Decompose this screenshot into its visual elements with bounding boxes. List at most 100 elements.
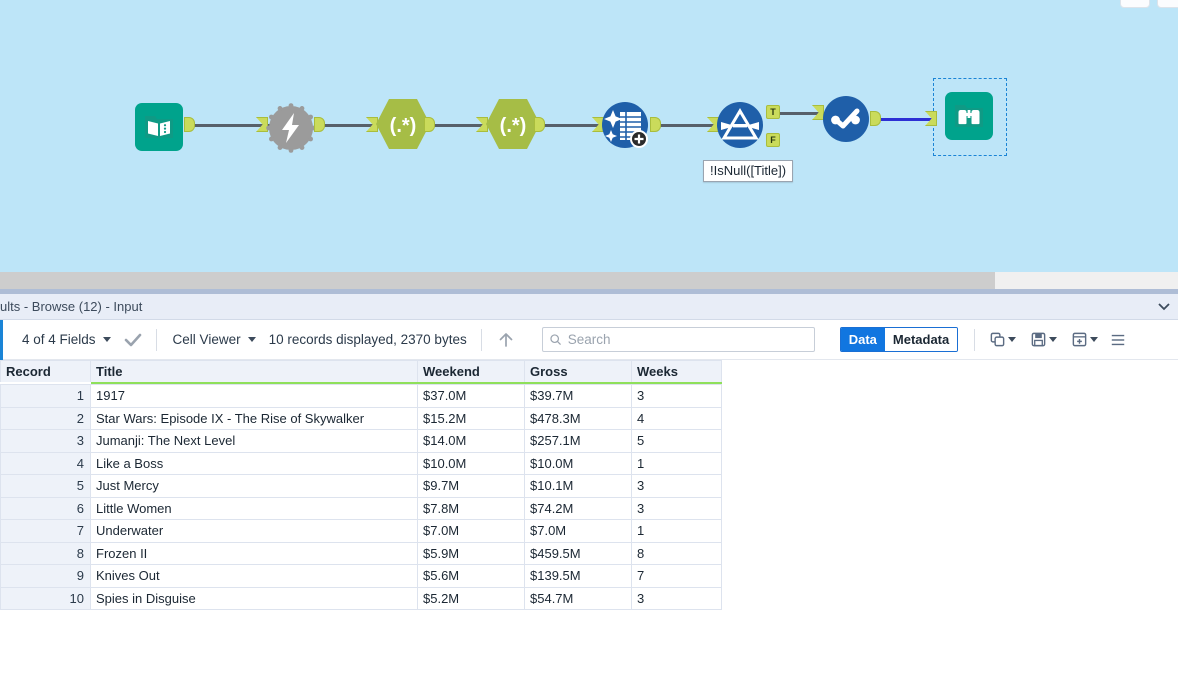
column-header-weekend[interactable]: Weekend: [418, 361, 525, 382]
copy-button[interactable]: [989, 331, 1016, 348]
cell-weekend[interactable]: $5.9M: [418, 542, 525, 565]
cell-gross[interactable]: $39.7M: [525, 385, 632, 408]
cell-title[interactable]: Just Mercy: [91, 475, 418, 498]
cell-record[interactable]: 5: [1, 475, 91, 498]
table-row[interactable]: 10Spies in Disguise$5.2M$54.7M3: [1, 587, 722, 610]
table-row[interactable]: 11917$37.0M$39.7M3: [1, 385, 722, 408]
cell-title[interactable]: Like a Boss: [91, 452, 418, 475]
cell-record[interactable]: 4: [1, 452, 91, 475]
cell-title[interactable]: Jumanji: The Next Level: [91, 430, 418, 453]
cell-weeks[interactable]: 7: [632, 565, 722, 588]
checkmark-icon[interactable]: [123, 330, 143, 350]
regex2-output-anchor[interactable]: [534, 117, 545, 132]
connection-regex2-to-formula[interactable]: [542, 124, 600, 127]
chevron-down-icon[interactable]: [1008, 337, 1016, 342]
cell-title[interactable]: Star Wars: Episode IX - The Rise of Skyw…: [91, 407, 418, 430]
cell-weeks[interactable]: 4: [632, 407, 722, 430]
table-row[interactable]: 9Knives Out$5.6M$139.5M7: [1, 565, 722, 588]
cell-weeks[interactable]: 8: [632, 542, 722, 565]
column-header-title[interactable]: Title: [91, 361, 418, 382]
results-grid[interactable]: Record Title Weekend Gross Weeks 1 1 9 1: [0, 360, 1178, 610]
save-button[interactable]: [1030, 331, 1057, 348]
input-data-output-anchor[interactable]: [184, 117, 195, 132]
browse-tool[interactable]: [945, 92, 993, 140]
connection-input-to-autofield[interactable]: [192, 124, 272, 127]
filter-false-anchor[interactable]: F: [766, 133, 780, 147]
cell-record[interactable]: 9: [1, 565, 91, 588]
chevron-down-icon[interactable]: [103, 337, 111, 342]
cell-gross[interactable]: $10.0M: [525, 452, 632, 475]
column-header-record[interactable]: Record: [1, 361, 91, 382]
cell-title[interactable]: Underwater: [91, 520, 418, 543]
select-output-anchor[interactable]: [870, 111, 881, 126]
cell-gross[interactable]: $10.1M: [525, 475, 632, 498]
table-row[interactable]: 3Jumanji: The Next Level$14.0M$257.1M5: [1, 430, 722, 453]
table-row[interactable]: 4Like a Boss$10.0M$10.0M1: [1, 452, 722, 475]
cell-weekend[interactable]: $9.7M: [418, 475, 525, 498]
cell-weeks[interactable]: 3: [632, 497, 722, 520]
cell-gross[interactable]: $74.2M: [525, 497, 632, 520]
cell-weekend[interactable]: $5.2M: [418, 587, 525, 610]
cell-weekend[interactable]: $7.8M: [418, 497, 525, 520]
cell-gross[interactable]: $54.7M: [525, 587, 632, 610]
cell-weekend[interactable]: $7.0M: [418, 520, 525, 543]
table-row[interactable]: 6Little Women$7.8M$74.2M3: [1, 497, 722, 520]
input-data-tool[interactable]: [135, 103, 183, 151]
table-row[interactable]: 8Frozen II$5.9M$459.5M8: [1, 542, 722, 565]
cell-title[interactable]: Spies in Disguise: [91, 587, 418, 610]
formula-tool[interactable]: [600, 100, 650, 155]
cell-weeks[interactable]: 1: [632, 520, 722, 543]
cell-weeks[interactable]: 5: [632, 430, 722, 453]
connection-select-to-browse[interactable]: [878, 118, 936, 121]
cell-title[interactable]: Little Women: [91, 497, 418, 520]
auto-field-tool[interactable]: [265, 102, 317, 159]
select-tool[interactable]: [822, 95, 870, 148]
cell-gross[interactable]: $7.0M: [525, 520, 632, 543]
cell-record[interactable]: 1: [1, 385, 91, 408]
hamburger-menu-icon[interactable]: [1110, 332, 1126, 348]
cell-weekend[interactable]: $14.0M: [418, 430, 525, 453]
cell-gross[interactable]: $459.5M: [525, 542, 632, 565]
cell-weeks[interactable]: 1: [632, 452, 722, 475]
results-title-bar[interactable]: ults - Browse (12) - Input: [0, 294, 1178, 320]
regex-tool-1[interactable]: (.*): [375, 98, 431, 155]
filter-true-anchor[interactable]: T: [766, 105, 780, 119]
data-metadata-toggle[interactable]: Data Metadata: [840, 327, 959, 352]
autofield-output-anchor[interactable]: [314, 117, 325, 132]
cell-record[interactable]: 10: [1, 587, 91, 610]
chevron-down-icon[interactable]: [248, 337, 256, 342]
column-header-weeks[interactable]: Weeks: [632, 361, 722, 382]
cell-weekend[interactable]: $10.0M: [418, 452, 525, 475]
canvas-horizontal-scrollbar[interactable]: [0, 272, 1178, 289]
filter-tool[interactable]: [715, 100, 765, 155]
cell-record[interactable]: 3: [1, 430, 91, 453]
add-table-button[interactable]: [1071, 331, 1098, 348]
connection-filter-true-to-select[interactable]: [778, 112, 822, 115]
formula-output-anchor[interactable]: [650, 117, 661, 132]
cell-record[interactable]: 6: [1, 497, 91, 520]
workflow-canvas[interactable]: (.*) (.*): [0, 0, 1178, 272]
cell-record[interactable]: 2: [1, 407, 91, 430]
cell-weeks[interactable]: 3: [632, 587, 722, 610]
cell-gross[interactable]: $478.3M: [525, 407, 632, 430]
cell-weekend[interactable]: $5.6M: [418, 565, 525, 588]
cell-title[interactable]: Frozen II: [91, 542, 418, 565]
table-row[interactable]: 5Just Mercy$9.7M$10.1M3: [1, 475, 722, 498]
minimize-button[interactable]: [1120, 0, 1150, 8]
cell-weeks[interactable]: 3: [632, 385, 722, 408]
chevron-down-icon[interactable]: [1090, 337, 1098, 342]
cell-weekend[interactable]: $15.2M: [418, 407, 525, 430]
column-header-gross[interactable]: Gross: [525, 361, 632, 382]
table-row[interactable]: 2Star Wars: Episode IX - The Rise of Sky…: [1, 407, 722, 430]
restore-button[interactable]: [1157, 0, 1178, 8]
tab-metadata[interactable]: Metadata: [885, 328, 957, 351]
canvas-scrollbar-thumb[interactable]: [0, 272, 995, 289]
cell-title[interactable]: Knives Out: [91, 565, 418, 588]
up-arrow-icon[interactable]: [496, 330, 516, 350]
table-row[interactable]: 7Underwater$7.0M$7.0M1: [1, 520, 722, 543]
tab-data[interactable]: Data: [841, 328, 885, 351]
fields-selector[interactable]: 4 of 4 Fields: [22, 332, 111, 347]
chevron-down-icon[interactable]: [1156, 298, 1172, 314]
regex-tool-2[interactable]: (.*): [485, 98, 541, 155]
chevron-down-icon[interactable]: [1049, 337, 1057, 342]
